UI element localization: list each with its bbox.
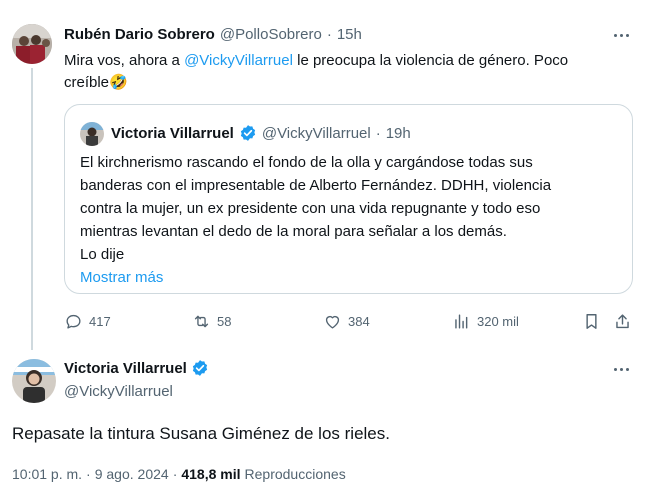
main-time[interactable]: 10:01 p. m. — [12, 466, 82, 482]
repost-count: 58 — [217, 314, 232, 329]
main-date[interactable]: 9 ago. 2024 — [95, 466, 169, 482]
like-button[interactable]: 384 — [323, 312, 370, 331]
main-tweet-text: Repasate la tintura Susana Giménez de lo… — [12, 424, 390, 443]
quote-text-line: El kirchnerismo rascando el fondo de la … — [80, 154, 533, 171]
share-button[interactable] — [613, 312, 632, 336]
quote-text-line: Lo dije — [80, 246, 125, 263]
quote-time: 19h — [385, 124, 411, 142]
reply-author-name[interactable]: Rubén Dario Sobrero — [64, 26, 215, 43]
reply-text: Mira vos, ahora a @VickyVillarruel le pr… — [64, 50, 624, 94]
reply-text-line2: creíble — [64, 74, 110, 91]
quote-separator: · — [375, 124, 381, 142]
reply-button[interactable]: 417 — [64, 312, 111, 331]
reply-header: Rubén Dario Sobrero @PolloSobrero · 15h — [64, 26, 362, 43]
main-author-handle[interactable]: @VickyVillarruel — [64, 383, 173, 400]
reply-author-handle[interactable]: @PolloSobrero — [220, 26, 322, 43]
main-separator: · — [172, 466, 178, 482]
repost-icon — [194, 315, 209, 328]
verified-badge-icon — [239, 124, 257, 142]
quote-text-line: banderas con el impresentable de Alberto… — [80, 177, 552, 194]
main-meta: 10:01 p. m. · 9 ago. 2024 · 418,8 mil Re… — [12, 466, 346, 482]
laughing-emoji-icon: 🤣 — [109, 74, 128, 91]
main-more-icon[interactable] — [614, 368, 629, 371]
reply-separator: · — [326, 26, 332, 43]
reply-mention-link[interactable]: @VickyVillarruel — [184, 52, 293, 69]
heart-icon — [325, 315, 340, 329]
reply-text-after: le preocupa la violencia de género. Poco — [292, 52, 569, 69]
quote-author-handle: @VickyVillarruel — [261, 124, 371, 142]
quote-text: El kirchnerismo rascando el fondo de la … — [80, 151, 625, 289]
reply-count: 417 — [89, 314, 111, 329]
reply-time[interactable]: 15h — [337, 26, 362, 43]
like-count: 384 — [348, 314, 370, 329]
quote-card[interactable]: Victoria Villarruel @VickyVillarruel · 1… — [64, 104, 633, 294]
views-button[interactable]: 320 mil — [452, 312, 519, 331]
main-author-row: Victoria Villarruel — [64, 359, 209, 377]
quote-text-line: contra la mujer, un ex presidente con un… — [80, 200, 541, 217]
share-icon — [616, 314, 629, 329]
quote-header: Victoria Villarruel @VickyVillarruel · 1… — [111, 124, 411, 142]
main-avatar[interactable] — [12, 359, 56, 403]
quote-text-line: mientras levantan el dedo de la moral pa… — [80, 223, 507, 240]
main-author-name[interactable]: Victoria Villarruel — [64, 360, 187, 377]
main-views-label: Reproducciones — [244, 466, 346, 482]
main-views-count: 418,8 mil — [181, 466, 241, 482]
views-count: 320 mil — [477, 314, 519, 329]
reply-more-icon[interactable] — [614, 34, 629, 37]
quote-avatar — [80, 122, 104, 146]
thread-line — [31, 68, 33, 350]
bookmark-button[interactable] — [582, 312, 601, 336]
comment-icon — [66, 314, 81, 329]
quote-author-name: Victoria Villarruel — [111, 124, 234, 142]
reply-avatar[interactable] — [12, 24, 52, 64]
main-separator: · — [86, 466, 91, 482]
bookmark-icon — [586, 314, 597, 329]
verified-badge-icon — [191, 359, 209, 377]
analytics-icon — [455, 314, 468, 329]
reply-text-before: Mira vos, ahora a — [64, 52, 185, 69]
show-more-link[interactable]: Mostrar más — [80, 266, 625, 289]
repost-button[interactable]: 58 — [192, 312, 231, 331]
